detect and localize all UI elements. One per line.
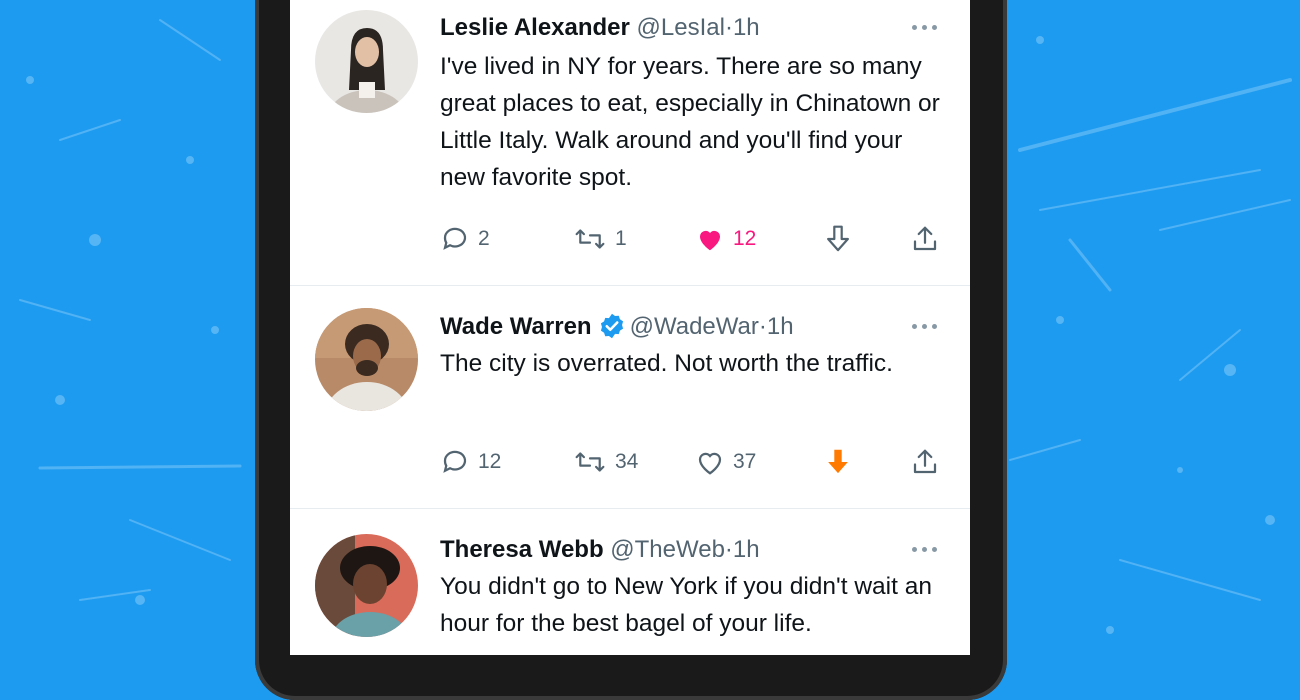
retweet-button[interactable]: 1 bbox=[573, 221, 627, 257]
reply-button[interactable]: 12 bbox=[440, 444, 501, 480]
tweet-text: You didn't go to New York if you didn't … bbox=[440, 573, 932, 637]
author-handle[interactable]: @TheWeb bbox=[610, 536, 725, 563]
avatar[interactable] bbox=[315, 308, 418, 411]
share-button[interactable] bbox=[910, 444, 940, 480]
like-button[interactable]: 37 bbox=[695, 444, 756, 480]
heart-icon bbox=[700, 230, 720, 251]
tweet-actions: 2 1 12 bbox=[440, 221, 950, 257]
more-icon[interactable] bbox=[912, 321, 942, 331]
share-button[interactable] bbox=[910, 221, 940, 257]
share-icon bbox=[913, 449, 937, 474]
retweet-icon bbox=[575, 229, 605, 249]
like-count: 37 bbox=[733, 450, 757, 473]
author-name[interactable]: Wade Warren bbox=[440, 313, 592, 340]
retweet-button[interactable]: 34 bbox=[573, 444, 638, 480]
avatar[interactable] bbox=[315, 534, 418, 637]
heart-icon bbox=[698, 452, 722, 475]
reply-count: 12 bbox=[478, 450, 502, 473]
tweet[interactable]: Theresa Webb @TheWeb·1h You didn't go to… bbox=[290, 508, 970, 655]
downvote-button[interactable] bbox=[823, 444, 853, 480]
separator-dot: · bbox=[724, 536, 733, 563]
reply-button[interactable]: 2 bbox=[440, 221, 490, 257]
like-button[interactable]: 12 bbox=[695, 221, 756, 257]
reply-icon bbox=[443, 227, 467, 250]
tweet-text: The city is overrated. Not worth the tra… bbox=[440, 350, 893, 377]
downvote-button[interactable] bbox=[823, 221, 853, 257]
reply-icon bbox=[443, 450, 467, 473]
like-count: 12 bbox=[733, 227, 757, 250]
retweet-icon bbox=[575, 452, 605, 472]
retweet-count: 1 bbox=[615, 227, 627, 250]
timestamp[interactable]: 1h bbox=[733, 14, 760, 41]
verified-badge-icon bbox=[600, 313, 623, 339]
author-name[interactable]: Theresa Webb bbox=[440, 536, 604, 563]
timestamp[interactable]: 1h bbox=[733, 536, 760, 563]
downvote-arrow-icon bbox=[828, 449, 848, 474]
tweet[interactable]: Wade Warren @WadeWar·1h The city is overr… bbox=[290, 285, 970, 509]
reply-count: 2 bbox=[478, 227, 490, 250]
timestamp[interactable]: 1h bbox=[767, 313, 794, 340]
separator-dot: · bbox=[724, 14, 733, 41]
share-icon bbox=[913, 226, 937, 251]
tweet-actions: 12 34 37 bbox=[440, 444, 950, 480]
more-icon[interactable] bbox=[912, 544, 942, 554]
author-name[interactable]: Leslie Alexander bbox=[440, 14, 630, 41]
author-handle[interactable]: @WadeWar bbox=[630, 313, 759, 340]
author-handle[interactable]: @LesIal bbox=[637, 14, 725, 41]
downvote-arrow-icon bbox=[827, 225, 849, 252]
tweet-text: I've lived in NY for years. There are so… bbox=[440, 53, 940, 191]
avatar[interactable] bbox=[315, 10, 418, 113]
separator-dot: · bbox=[758, 313, 767, 340]
retweet-count: 34 bbox=[615, 450, 639, 473]
more-icon[interactable] bbox=[912, 22, 942, 32]
timeline: Leslie Alexander @LesIal·1h I've lived i… bbox=[290, 0, 970, 655]
tweet[interactable]: Leslie Alexander @LesIal·1h I've lived i… bbox=[290, 0, 970, 286]
